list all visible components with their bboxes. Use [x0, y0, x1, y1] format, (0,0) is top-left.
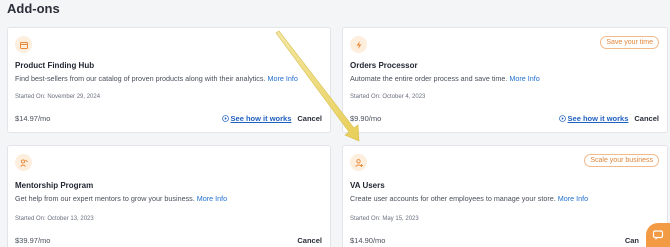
more-info-link[interactable]: More Info: [197, 194, 227, 203]
play-circle-icon: [558, 115, 566, 122]
card-title: Mentorship Program: [15, 181, 94, 190]
card-actions: See how it works Cancel: [221, 114, 322, 123]
cancel-button[interactable]: Cancel: [297, 114, 322, 123]
lightning-icon: [350, 36, 367, 53]
card-description: Create user accounts for other employees…: [350, 194, 589, 203]
card-actions: Can: [625, 236, 639, 245]
started-date: Started On: May 15, 2023: [350, 216, 419, 222]
chat-support-button[interactable]: [646, 223, 670, 247]
box-icon: [15, 36, 32, 53]
status-badge: Scale your business: [584, 154, 659, 167]
user-add-icon: [350, 154, 367, 171]
card-description: Get help from our expert mentors to grow…: [15, 194, 228, 203]
chat-icon: [652, 230, 664, 240]
mentorship-icon: [15, 154, 32, 171]
addon-card-va-users: Scale your business VA Users Create user…: [342, 145, 668, 247]
addon-card-orders-processor: Save your time Orders Processor Automate…: [342, 27, 668, 133]
card-description: Find best-sellers from our catalog of pr…: [15, 74, 298, 83]
price: $14.90/mo: [350, 236, 386, 245]
started-date: Started On: November 29, 2024: [15, 94, 101, 100]
card-title: Orders Processor: [350, 61, 418, 70]
more-info-link[interactable]: More Info: [268, 74, 298, 83]
more-info-link[interactable]: More Info: [558, 194, 588, 203]
price: $9.90/mo: [350, 114, 382, 123]
cancel-button[interactable]: Can: [625, 236, 639, 245]
price: $14.97/mo: [15, 114, 51, 123]
play-circle-icon: [221, 115, 229, 122]
price: $39.97/mo: [15, 236, 51, 245]
started-date: Started On: October 4, 2023: [350, 94, 426, 100]
page-title: Add-ons: [7, 1, 60, 16]
more-info-link[interactable]: More Info: [509, 74, 539, 83]
card-description: Automate the entire order process and sa…: [350, 74, 540, 83]
see-how-it-works-link[interactable]: See how it works: [221, 114, 291, 123]
cancel-button[interactable]: Cancel: [297, 236, 322, 245]
card-title: VA Users: [350, 181, 385, 190]
card-actions: See how it works Cancel: [558, 114, 659, 123]
see-how-it-works-link[interactable]: See how it works: [558, 114, 628, 123]
addon-card-product-finding-hub: Product Finding Hub Find best-sellers fr…: [7, 27, 331, 133]
started-date: Started On: October 13, 2023: [15, 216, 94, 222]
card-actions: Cancel: [297, 236, 322, 245]
status-badge: Save your time: [600, 36, 659, 49]
addon-card-mentorship-program: Mentorship Program Get help from our exp…: [7, 145, 331, 247]
cancel-button[interactable]: Cancel: [634, 114, 659, 123]
card-title: Product Finding Hub: [15, 61, 95, 70]
